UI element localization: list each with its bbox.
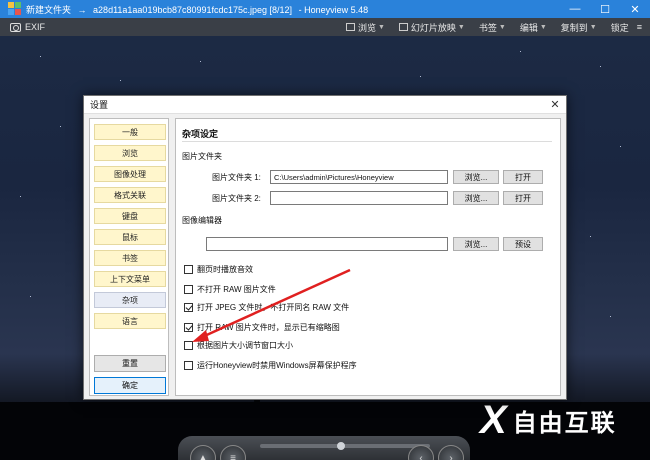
chevron-down-icon: ▼: [539, 23, 547, 31]
checkbox-disable-screensaver[interactable]: 运行Honeyview时禁用Windows屏幕保护程序: [184, 360, 357, 371]
browse-icon: [345, 23, 355, 31]
checkbox-page-sound[interactable]: 翻页时播放音效: [184, 264, 253, 275]
nav-item-general[interactable]: 一般: [94, 124, 166, 140]
dialog-title-bar: 设置 ✕: [84, 96, 566, 114]
nav-item-language[interactable]: 语言: [94, 313, 166, 329]
image-editor-input[interactable]: [206, 237, 448, 251]
toolbar-copy-to[interactable]: 复制到 ▼: [561, 21, 597, 34]
camera-icon[interactable]: [10, 22, 21, 32]
reset-button[interactable]: 重置: [94, 355, 166, 372]
slider-thumb[interactable]: [337, 442, 345, 450]
chevron-down-icon: ▼: [498, 23, 506, 31]
ok-button[interactable]: 确定: [94, 377, 166, 394]
title-bar: 新建文件夹 → a28d11a1aa019bcb87c80991fcdc175c…: [0, 0, 650, 18]
settings-dialog: 设置 ✕ 一般 浏览 图像处理 格式关联 键盘 鼠标 书签 上下文菜单 杂项 语…: [83, 95, 567, 400]
checkbox-raw-thumbnail[interactable]: 打开 RAW 图片文件时，显示已有缩略图: [184, 322, 340, 333]
toolbar-lock-label: 锁定: [610, 22, 629, 33]
toolbar: EXIF 浏览 ▼ 幻灯片放映 ▼ 书签 ▼ 编辑 ▼ 复制到 ▼ 锁定 ≡: [0, 18, 650, 36]
toolbar-menu-icon[interactable]: ≡: [637, 22, 642, 32]
nav-item-browse[interactable]: 浏览: [94, 145, 166, 161]
nav-item-misc[interactable]: 杂项: [94, 292, 166, 308]
folder1-input[interactable]: C:\Users\admin\Pictures\Honeyview: [270, 170, 448, 184]
toolbar-bookmark-label: 书签: [478, 22, 497, 33]
folder2-open-button[interactable]: 打开: [503, 191, 543, 205]
folder1-open-button[interactable]: 打开: [503, 170, 543, 184]
checkbox-label: 根据图片大小调节窗口大小: [197, 341, 293, 350]
toolbar-copy-to-label: 复制到: [560, 22, 588, 33]
watermark-text: 自由互联: [512, 409, 617, 437]
maximize-button[interactable]: ☐: [590, 0, 620, 18]
section-title: 杂项设定: [182, 129, 219, 139]
minimize-button[interactable]: —: [560, 0, 590, 18]
toolbar-slideshow-label: 幻灯片放映: [410, 22, 456, 33]
slideshow-icon: [398, 23, 408, 31]
settings-content-misc: 杂项设定 图片文件夹 图片文件夹 1: C:\Users\admin\Pictu…: [175, 118, 561, 396]
settings-nav: 一般 浏览 图像处理 格式关联 键盘 鼠标 书签 上下文菜单 杂项 语言 重置 …: [89, 118, 169, 396]
title-filename: a28d11a1aa019bcb87c80991fcdc175c.jpeg [8…: [93, 4, 293, 15]
editor-preset-button[interactable]: 预设: [503, 237, 543, 251]
window-title: 新建文件夹 → a28d11a1aa019bcb87c80991fcdc175c…: [26, 3, 560, 16]
position-slider[interactable]: [260, 444, 430, 448]
checkbox-box[interactable]: [184, 361, 193, 370]
checkbox-label: 不打开 RAW 图片文件: [197, 285, 276, 294]
watermark-logo: X 自由互联: [480, 400, 617, 440]
image-editor-heading: 图像编辑器: [182, 216, 222, 225]
checkbox-box[interactable]: [184, 285, 193, 294]
folder1-browse-button[interactable]: 浏览...: [453, 170, 499, 184]
title-folder: 新建文件夹: [26, 4, 72, 15]
editor-browse-button[interactable]: 浏览...: [453, 237, 499, 251]
chevron-down-icon: ▼: [457, 23, 465, 31]
checkbox-box[interactable]: [184, 341, 193, 350]
toolbar-bookmark[interactable]: 书签 ▼: [479, 21, 506, 34]
watermark-mark: X: [480, 398, 507, 442]
checkbox-label: 打开 JPEG 文件时，不打开同名 RAW 文件: [197, 303, 350, 312]
toolbar-edit-label: 编辑: [519, 22, 538, 33]
folder2-input[interactable]: [270, 191, 448, 205]
divider: [182, 141, 552, 142]
folder2-label: 图片文件夹 2:: [212, 194, 261, 203]
checkbox-no-raw[interactable]: 不打开 RAW 图片文件: [184, 284, 276, 295]
folder1-label: 图片文件夹 1:: [212, 173, 261, 182]
toolbar-edit[interactable]: 编辑 ▼: [520, 21, 547, 34]
nav-item-image-processing[interactable]: 图像处理: [94, 166, 166, 182]
nav-item-keyboard[interactable]: 键盘: [94, 208, 166, 224]
chevron-down-icon: ▼: [589, 23, 597, 31]
checkbox-box-checked[interactable]: [184, 323, 193, 332]
title-app: - Honeyview 5.48: [298, 4, 369, 15]
chevron-down-icon: ▼: [377, 23, 385, 31]
toolbar-browse[interactable]: 浏览 ▼: [345, 21, 385, 34]
dialog-title: 设置: [90, 100, 109, 110]
checkbox-label: 运行Honeyview时禁用Windows屏幕保护程序: [197, 361, 357, 370]
checkbox-box-checked[interactable]: [184, 303, 193, 312]
checkbox-label: 打开 RAW 图片文件时，显示已有缩略图: [197, 323, 340, 332]
nav-item-context-menu[interactable]: 上下文菜单: [94, 271, 166, 287]
toolbar-slideshow[interactable]: 幻灯片放映 ▼: [398, 21, 465, 34]
nav-item-mouse[interactable]: 鼠标: [94, 229, 166, 245]
checkbox-resize-window[interactable]: 根据图片大小调节窗口大小: [184, 340, 293, 351]
dialog-close-icon[interactable]: ✕: [544, 98, 566, 111]
close-window-button[interactable]: ✕: [620, 0, 650, 18]
honeyview-app-icon: [8, 2, 22, 16]
toolbar-lock[interactable]: 锁定: [611, 21, 629, 34]
toolbar-browse-label: 浏览: [357, 22, 376, 33]
checkbox-label: 翻页时播放音效: [197, 265, 253, 274]
checkbox-box[interactable]: [184, 265, 193, 274]
checkbox-skip-same-name-raw[interactable]: 打开 JPEG 文件时，不打开同名 RAW 文件: [184, 302, 349, 313]
nav-item-file-association[interactable]: 格式关联: [94, 187, 166, 203]
exif-button[interactable]: EXIF: [25, 22, 45, 32]
image-folders-heading: 图片文件夹: [182, 152, 222, 161]
title-separator: →: [77, 4, 87, 15]
folder2-browse-button[interactable]: 浏览...: [453, 191, 499, 205]
nav-item-bookmark[interactable]: 书签: [94, 250, 166, 266]
